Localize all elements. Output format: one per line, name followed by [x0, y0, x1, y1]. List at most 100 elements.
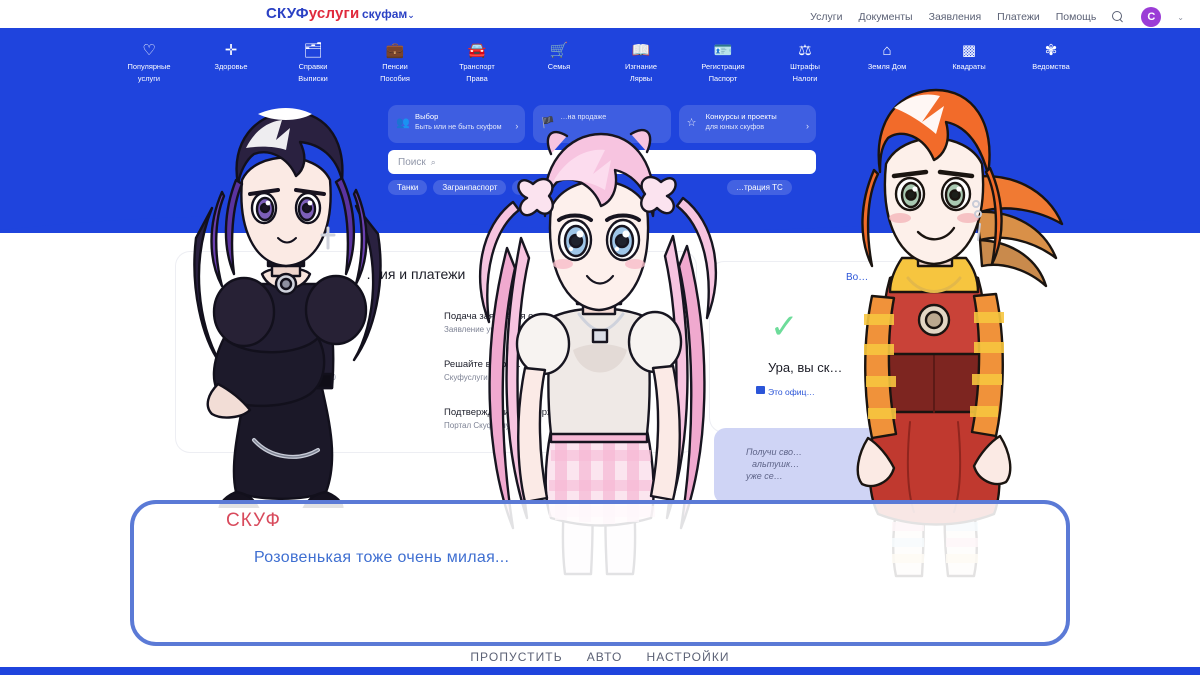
promo-banner-line-3: уже се… — [746, 470, 802, 482]
chevron-down-icon: ⌄ — [407, 10, 415, 20]
chip-registracia-ts[interactable]: …трация ТС — [727, 180, 792, 195]
status-link[interactable]: Это офиц… — [768, 387, 815, 397]
heart-icon: ♡ — [120, 42, 178, 60]
icon-menu-label: Транспорт — [448, 62, 506, 72]
icon-menu-label: Справки — [284, 62, 342, 72]
screen: СКУФуслуги скуфам⌄ Услуги Документы Заяв… — [0, 0, 1200, 675]
logo-secondary[interactable]: скуфам⌄ — [362, 7, 415, 21]
promo-card-konkursy[interactable]: ☆ Конкурсы и проекты для юных скуфов › — [679, 105, 816, 143]
document-icon — [756, 386, 765, 394]
icon-menu-label: Земля Дом — [858, 62, 916, 72]
icon-menu-label: Популярные — [120, 62, 178, 72]
auto-button[interactable]: АВТО — [587, 650, 623, 664]
promo-card-title: Выбор — [415, 112, 517, 122]
account-chevron-down-icon[interactable]: ⌄ — [1177, 13, 1184, 22]
icon-menu-label: Пенсии — [366, 62, 424, 72]
speaker-name: СКУФ — [226, 510, 281, 532]
site-logo[interactable]: СКУФуслуги — [266, 5, 359, 22]
icon-menu-item-registracia[interactable]: 🪪 Регистрация Паспорт — [694, 42, 752, 83]
notification-time: … в 07:00 — [284, 421, 321, 430]
chip-hidden[interactable]: во… — [512, 180, 547, 195]
avatar[interactable]: C — [1141, 7, 1161, 27]
notification-title: Решайте вопро… …ициал… — [444, 359, 570, 370]
agency-icon: ✾ — [1022, 42, 1080, 60]
notification-source: …чта — [292, 404, 312, 413]
icon-menu-item-zemlya[interactable]: ⌂ Земля Дом — [858, 42, 916, 83]
icon-menu-label-2: Лярвы — [612, 74, 670, 84]
icon-menu-label-2: Выписки — [284, 74, 342, 84]
chip-tanki[interactable]: Танки — [388, 180, 427, 195]
notification-source: …вости — [288, 356, 317, 365]
nav-link-documenty[interactable]: Документы — [858, 11, 912, 23]
icon-menu-item-kvadraty[interactable]: ▩ Квадраты — [940, 42, 998, 83]
promo-card-title: Конкурсы и проекты — [706, 112, 808, 122]
settings-button[interactable]: НАСТРОЙКИ — [646, 650, 729, 664]
icon-menu-label: Семья — [530, 62, 588, 72]
promo-banner[interactable]: Получи сво… альтушк… уже се… — [714, 428, 970, 504]
bottom-blue-strip — [0, 667, 1200, 675]
grid-icon: ▩ — [940, 42, 998, 60]
status-panel-top-text: Во… — [846, 272, 868, 283]
wallet-icon: 💼 — [366, 42, 424, 60]
check-icon: ✓ — [770, 310, 799, 344]
icon-menu-item-izgnanie[interactable]: 📖 Изгнание Лярвы — [612, 42, 670, 83]
nav-link-zayavlenia[interactable]: Заявления — [929, 11, 982, 23]
folder-icon: 🗂 — [284, 42, 342, 60]
notification-sub: Портал Скуфуслуг — [444, 421, 568, 430]
icon-menu-item-vedomstva[interactable]: ✾ Ведомства — [1022, 42, 1080, 83]
chevron-right-icon: › — [806, 121, 809, 131]
nav-link-uslugi[interactable]: Услуги — [810, 11, 842, 23]
nav-link-platezhi[interactable]: Платежи — [997, 11, 1040, 23]
site-topbar: СКУФуслуги скуфам⌄ Услуги Документы Заяв… — [0, 0, 1200, 28]
promo-card-row: 👥 Выбор Быть или не быть скуфом › 🏴 …на … — [388, 105, 816, 143]
gavel-icon: ⚖ — [776, 42, 834, 60]
people-icon: 👥 — [396, 116, 410, 129]
promo-card-vybor[interactable]: 👥 Выбор Быть или не быть скуфом › — [388, 105, 525, 143]
dialogue-text: Розовенькая тоже очень милая... — [254, 549, 509, 567]
icon-menu-item-popular[interactable]: ♡ Популярные услуги — [120, 42, 178, 83]
icon-menu-item-shtrafy[interactable]: ⚖ Штрафы Налоги — [776, 42, 834, 83]
panel-title: …ия и платежи — [366, 266, 465, 282]
search-bar[interactable]: Поиск ⌕ — [388, 150, 816, 174]
logo-part-1: СКУФ — [266, 5, 309, 22]
search-icon[interactable] — [1112, 11, 1125, 24]
vn-control-bar: ПРОПУСТИТЬ АВТО НАСТРОЙКИ — [0, 650, 1200, 664]
icon-menu-label: Штрафы — [776, 62, 834, 72]
icon-menu-label: Квадраты — [940, 62, 998, 72]
skip-button[interactable]: ПРОПУСТИТЬ — [470, 650, 562, 664]
icon-menu-item-spravki[interactable]: 🗂 Справки Выписки — [284, 42, 342, 83]
car-icon: 🚘 — [448, 42, 506, 60]
promo-card-subtitle: …на продаже — [560, 112, 662, 122]
dialogue-box[interactable]: СКУФ Розовенькая тоже очень милая... — [130, 500, 1070, 646]
flag-icon: 🏴 — [541, 116, 555, 129]
wave-divider — [0, 212, 1200, 252]
search-input-placeholder: Поиск — [398, 157, 426, 168]
chip-zagranpasport[interactable]: Загранпаспорт — [433, 180, 506, 195]
star-icon: ☆ — [687, 116, 697, 129]
icon-menu-label-2: Пособия — [366, 74, 424, 84]
notification-title: Подача заявления о… — [444, 311, 543, 322]
logo-part-2: услуги — [309, 5, 360, 22]
icon-menu-label: Изгнание — [612, 62, 670, 72]
stroller-icon: 🛒 — [530, 42, 588, 60]
chevron-right-icon: › — [515, 121, 518, 131]
promo-banner-line-1: Получи сво… — [746, 446, 802, 458]
icon-menu-label: Здоровье — [202, 62, 260, 72]
notification-time: …в 10:37 — [284, 324, 319, 333]
icon-menu-item-transport[interactable]: 🚘 Транспорт Права — [448, 42, 506, 83]
nav-link-pomosch[interactable]: Помощь — [1056, 11, 1097, 23]
icon-menu-item-health[interactable]: ✛ Здоровье — [202, 42, 260, 83]
icon-menu-label: Ведомства — [1022, 62, 1080, 72]
icon-menu-item-semya[interactable]: 🛒 Семья — [530, 42, 588, 83]
passport-icon: 🪪 — [694, 42, 752, 60]
status-heading: Ура, вы ск… — [768, 360, 842, 375]
icon-menu-item-pensii[interactable]: 💼 Пенсии Пособия — [366, 42, 424, 83]
top-navigation: Услуги Документы Заявления Платежи Помощ… — [810, 7, 1184, 27]
notification-sub: Скуфуслуги — [444, 373, 570, 382]
promo-card-prodazha[interactable]: 🏴 …на продаже — [533, 105, 670, 143]
promo-banner-text: Получи сво… альтушк… уже се… — [746, 446, 802, 482]
house-icon: ⌂ — [858, 42, 916, 60]
notifications-panel: …ия и платежи …в 10:37 Подача заявления … — [176, 252, 696, 452]
cross-health-icon: ✛ — [202, 42, 260, 60]
icon-menu-label-2: услуги — [120, 74, 178, 84]
